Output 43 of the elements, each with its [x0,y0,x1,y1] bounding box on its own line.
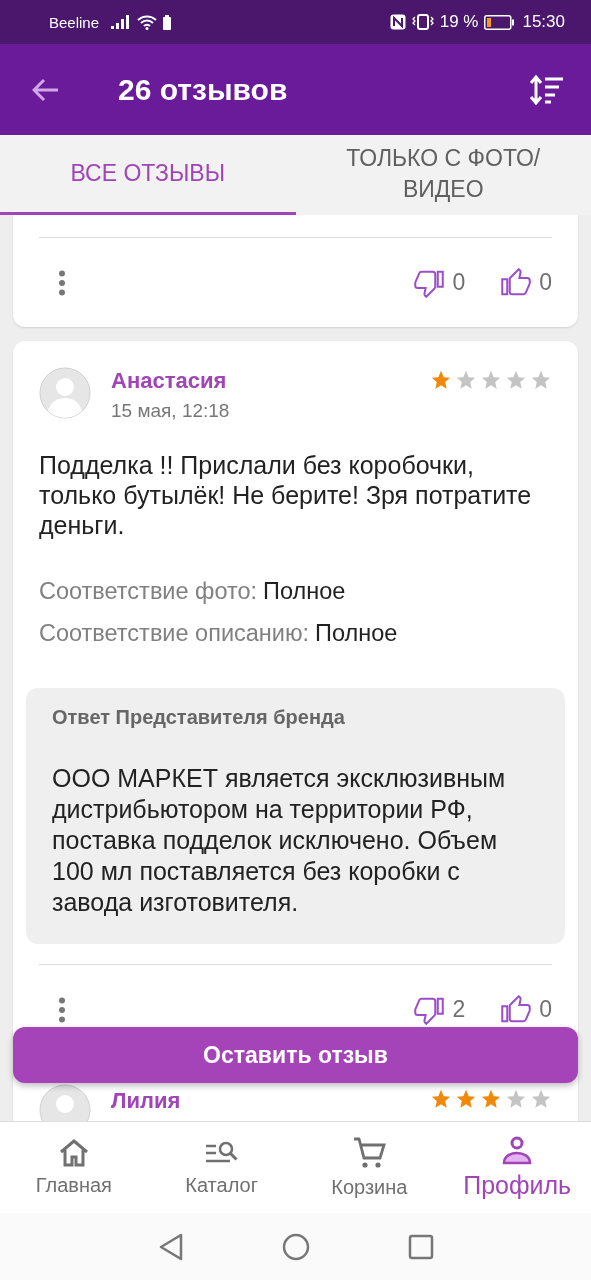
match-label: Соответствие описанию: [39,619,310,648]
review-text: Подделка !! Прислали без коробочки, только бутылёк! Не берите! Зря потратите деньги. [39,450,533,540]
nav-tab[interactable]: Корзина [295,1122,444,1213]
nav-tab[interactable]: Главная [0,1122,148,1213]
avatar-icon [39,367,91,419]
carrier-name: Beeline [49,13,100,31]
like-count: 0 [539,996,552,1023]
more-icon[interactable] [58,269,66,296]
nfc-icon [389,14,406,30]
clock-time: 15:30 [522,12,565,32]
match-label: Соответствие фото: [39,577,258,606]
home-circle-icon[interactable] [281,1232,310,1261]
page-title: 26 отзывов [118,72,288,107]
recent-apps-icon[interactable] [407,1233,434,1260]
thumbs-up-icon[interactable] [501,267,532,298]
battery-icon [484,14,515,30]
sort-icon[interactable] [529,74,563,105]
home-icon [57,1138,90,1168]
back-icon[interactable] [157,1232,184,1261]
match-value: Полное [315,619,398,648]
battery-percent: 19 % [439,12,479,32]
like-count: 0 [539,269,552,296]
match-value: Полное [263,577,346,606]
tab[interactable]: ТОЛЬКО С ФОТО/ ВИДЕО [295,135,591,215]
thumbs-up-icon[interactable] [501,994,532,1025]
wifi-icon [137,14,158,30]
battery-icon [163,14,172,30]
signal-icon [111,15,132,29]
reply-text: ООО МАРКЕТ является эксклюзивным дистрибьютором на территории РФ, поставка подделок исключено. Объем 100 мл поставляется без коробки с завода изготовителя. [52,763,507,918]
back-arrow-icon[interactable] [32,77,60,102]
dislike-count: 0 [452,269,466,296]
person-icon [501,1135,534,1165]
reply-title: Ответ Представителя бренда [52,706,346,729]
nav-tab[interactable]: Профиль [443,1122,591,1213]
nav-tab[interactable]: Каталог [147,1122,296,1213]
cart-icon [352,1136,387,1170]
dislike-count: 2 [452,996,466,1023]
review-date: 15 мая, 12:18 [111,400,230,422]
leave-review-button[interactable]: Оставить отзыв [13,1027,578,1083]
author-name: Лилия [111,1088,181,1114]
vibrate-icon [411,14,434,30]
author-name: Анастасия [111,368,228,394]
more-icon[interactable] [58,996,66,1023]
